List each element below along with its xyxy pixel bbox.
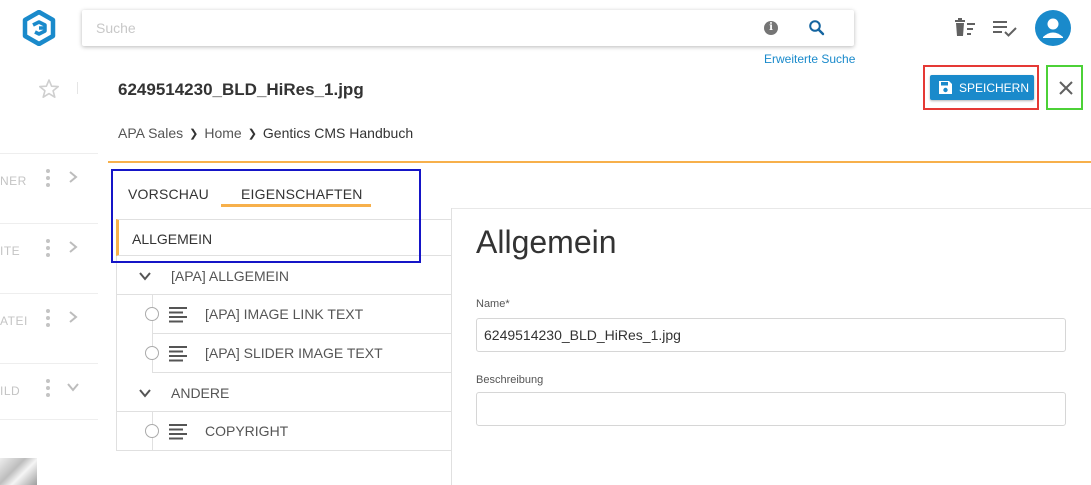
- search-input[interactable]: [96, 10, 736, 46]
- gentics-logo[interactable]: [22, 10, 56, 46]
- description-label: Beschreibung: [476, 374, 544, 386]
- text-lines-icon: [169, 424, 187, 440]
- tabs-highlight-box: [111, 169, 421, 263]
- header-divider: [108, 161, 1091, 163]
- user-avatar[interactable]: [1035, 10, 1071, 46]
- advanced-search-link[interactable]: Erweiterte Suche: [764, 52, 855, 66]
- tree-item-label: [APA] IMAGE LINK TEXT: [205, 306, 364, 322]
- close-icon[interactable]: [1058, 80, 1074, 96]
- list-item-label: NER: [0, 174, 27, 188]
- save-button-label: SPEICHERN: [959, 80, 1030, 95]
- item-list-panel: NER ITE ATEI ILD: [0, 60, 98, 485]
- text-lines-icon: [169, 346, 187, 362]
- list-item[interactable]: ILD: [0, 363, 98, 420]
- tree-item[interactable]: [APA] IMAGE LINK TEXT: [145, 295, 452, 334]
- tree-item-label: [APA] SLIDER IMAGE TEXT: [205, 345, 383, 361]
- list-item-label: ATEI: [0, 314, 28, 328]
- tree-node-dot: [145, 346, 159, 360]
- more-vert-icon[interactable]: [46, 238, 50, 258]
- wastebin-icon[interactable]: [953, 17, 977, 39]
- page-title: 6249514230_BLD_HiRes_1.jpg: [118, 80, 364, 99]
- name-field[interactable]: [476, 318, 1066, 352]
- tree-group[interactable]: ANDERE: [116, 373, 452, 412]
- more-vert-icon[interactable]: [46, 308, 50, 328]
- chevron-right-icon: ❯: [189, 127, 199, 140]
- chevron-right-icon: ❯: [247, 127, 257, 140]
- chevron-down-icon[interactable]: [66, 380, 80, 394]
- tree-item-label: COPYRIGHT: [205, 423, 289, 439]
- name-label: Name*: [476, 298, 510, 310]
- section-title: Allgemein: [476, 224, 617, 260]
- playlist-check-icon[interactable]: [992, 17, 1018, 39]
- divider: [77, 82, 78, 94]
- list-item[interactable]: ATEI: [0, 293, 98, 349]
- description-field[interactable]: [476, 392, 1066, 426]
- chevron-right-icon[interactable]: [66, 240, 80, 254]
- breadcrumb-item[interactable]: APA Sales: [118, 125, 183, 141]
- search-bar: i: [82, 10, 854, 46]
- chevron-right-icon[interactable]: [66, 310, 80, 324]
- breadcrumb-item[interactable]: Home: [204, 125, 241, 141]
- text-lines-icon: [169, 307, 187, 323]
- list-item-label: ITE: [0, 244, 21, 258]
- breadcrumb-item[interactable]: Gentics CMS Handbuch: [263, 125, 413, 141]
- tree-item[interactable]: COPYRIGHT: [145, 412, 452, 451]
- tree-node-dot: [145, 307, 159, 321]
- tree-item[interactable]: [APA] SLIDER IMAGE TEXT: [145, 334, 452, 373]
- chevron-down-icon[interactable]: [138, 269, 152, 283]
- more-vert-icon[interactable]: [46, 168, 50, 188]
- list-item[interactable]: ITE: [0, 223, 98, 279]
- tree-group-label: [APA] ALLGEMEIN: [171, 268, 290, 284]
- breadcrumb: APA Sales ❯ Home ❯ Gentics CMS Handbuch: [118, 125, 413, 141]
- image-thumbnail[interactable]: [0, 458, 37, 485]
- account-icon: [1043, 18, 1063, 38]
- star-outline-icon[interactable]: [38, 78, 60, 100]
- list-item-label: ILD: [0, 384, 21, 398]
- tree-node-dot: [145, 424, 159, 438]
- more-vert-icon[interactable]: [46, 378, 50, 398]
- chevron-down-icon[interactable]: [138, 386, 152, 400]
- info-icon[interactable]: i: [764, 21, 778, 35]
- save-button[interactable]: SPEICHERN: [930, 75, 1034, 100]
- list-item[interactable]: NER: [0, 153, 98, 209]
- search-icon[interactable]: [808, 19, 826, 37]
- floppy-disk-icon: [939, 81, 952, 94]
- tree-group-label: ANDERE: [171, 385, 230, 401]
- chevron-right-icon[interactable]: [66, 170, 80, 184]
- divider: [452, 208, 1091, 209]
